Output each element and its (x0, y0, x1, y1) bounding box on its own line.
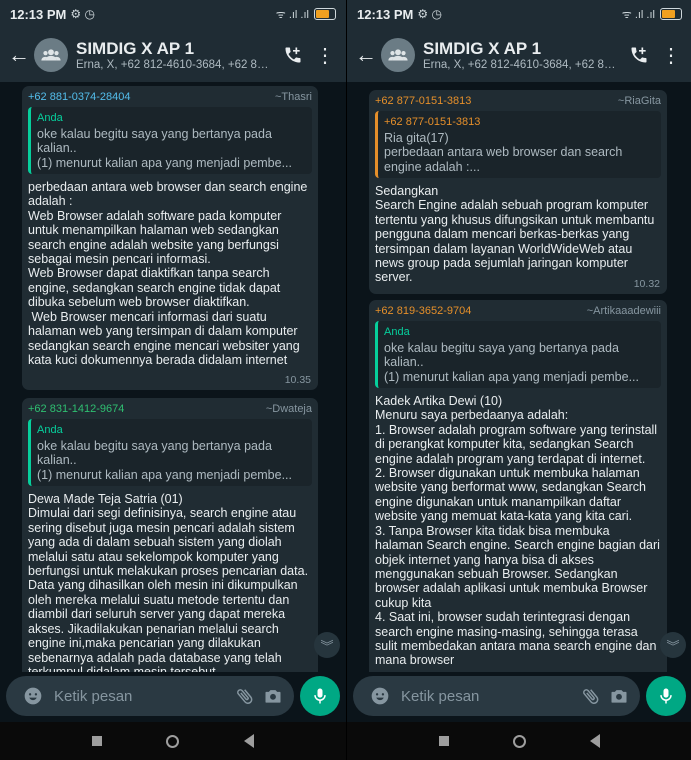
message-text: Sedangkan Search Engine adalah sebuah pr… (375, 184, 655, 285)
double-chevron-down-icon: ︾ (666, 638, 680, 654)
group-icon (388, 49, 408, 61)
message-composer[interactable]: Ketik pesan (353, 676, 640, 716)
status-icons: ⚙ ◷ (70, 7, 95, 21)
sender-alias: ~Dwateja (265, 403, 312, 415)
chat-panel-right: 12:13 PM ⚙ ◷ ᯤ .ıl .ıl ← SIMDIG X AP 1 E… (346, 0, 691, 760)
quote-author: Anda (384, 326, 410, 339)
quote-text: oke kalau begitu saya yang bertanya pada… (384, 340, 640, 384)
quote-author: Anda (37, 112, 63, 125)
sender-number[interactable]: +62 881-0374-28404 (28, 90, 130, 104)
sender-number[interactable]: +62 877-0151-3813 (375, 94, 471, 108)
sender-alias: ~Artikaaadewiii (586, 305, 661, 317)
sender-number[interactable]: +62 831-1412-9674 (28, 402, 124, 416)
add-call-icon[interactable] (280, 42, 306, 68)
chat-titles[interactable]: SIMDIG X AP 1 Erna, X, +62 812-4610-3684… (423, 39, 620, 71)
mic-icon (314, 688, 326, 704)
quoted-message[interactable]: Anda oke kalau begitu saya yang bertanya… (28, 107, 312, 175)
camera-icon[interactable] (608, 685, 630, 707)
sender-alias: ~RiaGita (617, 95, 661, 107)
chat-header: ← SIMDIG X AP 1 Erna, X, +62 812-4610-36… (347, 28, 691, 82)
attach-icon[interactable] (234, 685, 256, 707)
back-arrow-icon[interactable]: ← (8, 42, 30, 68)
back-icon[interactable] (590, 734, 600, 748)
message-bubble[interactable]: +62 819-3652-9704 ~Artikaaadewiii Anda ok… (369, 300, 667, 672)
home-icon[interactable] (513, 734, 526, 748)
scroll-down-button[interactable]: ︾ (660, 632, 686, 658)
system-nav-bar (0, 722, 346, 760)
quote-author: +62 877-0151-3813 (384, 116, 481, 129)
battery-icon (314, 8, 336, 20)
system-nav-bar (347, 722, 691, 760)
recents-icon[interactable] (439, 736, 449, 746)
back-arrow-icon[interactable]: ← (355, 42, 377, 68)
attach-icon[interactable] (580, 685, 602, 707)
status-bar: 12:13 PM ⚙ ◷ ᯤ .ıl .ıl (0, 0, 346, 28)
group-icon (41, 49, 61, 61)
message-text: perbedaan antara web browser dan search … (28, 180, 308, 367)
quote-text: Ria gita(17) perbedaan antara web browse… (384, 130, 623, 174)
message-list[interactable]: +62 881-0374-28404 ~Thasri Anda oke kalau… (0, 82, 346, 672)
home-icon[interactable] (166, 734, 180, 748)
sender-number[interactable]: +62 819-3652-9704 (375, 304, 471, 318)
message-input[interactable]: Ketik pesan (54, 688, 228, 705)
message-time: 10.32 (633, 277, 660, 290)
emoji-icon[interactable] (22, 685, 44, 707)
group-avatar[interactable] (34, 38, 68, 72)
message-bubble[interactable]: +62 881-0374-28404 ~Thasri Anda oke kalau… (22, 86, 318, 390)
double-chevron-down-icon: ︾ (320, 638, 334, 654)
recents-icon[interactable] (92, 736, 103, 746)
group-members: Erna, X, +62 812-4610-3684, +62 815-2... (76, 59, 274, 71)
group-avatar[interactable] (381, 38, 415, 72)
message-text: Dewa Made Teja Satria (01) Dimulai dari … (28, 492, 309, 672)
group-members: Erna, X, +62 812-4610-3684, +62 815-2... (423, 59, 620, 71)
status-bar: 12:13 PM ⚙ ◷ ᯤ .ıl .ıl (347, 0, 691, 28)
mic-icon (660, 688, 672, 704)
status-time: 12:13 PM (10, 6, 67, 22)
chat-titles[interactable]: SIMDIG X AP 1 Erna, X, +62 812-4610-3684… (76, 39, 274, 71)
quote-author: Anda (37, 424, 63, 437)
back-icon[interactable] (243, 734, 254, 748)
more-options-icon[interactable]: ⋮ (312, 42, 338, 68)
signal-icon: ᯤ .ıl .ıl (275, 8, 309, 21)
message-input[interactable]: Ketik pesan (401, 688, 574, 705)
quoted-message[interactable]: +62 877-0151-3813 Ria gita(17) perbedaan… (375, 111, 661, 179)
quoted-message[interactable]: Anda oke kalau begitu saya yang bertanya… (375, 321, 661, 389)
group-name: SIMDIG X AP 1 (76, 39, 195, 58)
status-time: 12:13 PM (357, 6, 414, 22)
emoji-icon[interactable] (369, 685, 391, 707)
chat-header: ← SIMDIG X AP 1 Erna, X, +62 812-4610-36… (0, 28, 346, 82)
message-time: 10.35 (284, 373, 311, 386)
more-options-icon[interactable]: ⋮ (658, 42, 684, 68)
battery-icon (660, 8, 682, 20)
signal-icon: ᯤ .ıl .ıl (621, 8, 655, 21)
status-icons: ⚙ ◷ (417, 7, 442, 21)
message-composer[interactable]: Ketik pesan (6, 676, 294, 716)
sender-alias: ~Thasri (275, 91, 312, 103)
add-call-icon[interactable] (626, 42, 652, 68)
message-list[interactable]: +62 877-0151-3813 ~RiaGita +62 877-0151-3… (347, 82, 691, 672)
mic-button[interactable] (646, 676, 686, 716)
quoted-message[interactable]: Anda oke kalau begitu saya yang bertanya… (28, 419, 312, 487)
quote-text: oke kalau begitu saya yang bertanya pada… (37, 126, 293, 170)
camera-icon[interactable] (262, 685, 284, 707)
message-bubble[interactable]: +62 877-0151-3813 ~RiaGita +62 877-0151-3… (369, 90, 667, 294)
scroll-down-button[interactable]: ︾ (314, 632, 340, 658)
message-text: Kadek Artika Dewi (10) Menuru saya perbe… (375, 394, 660, 668)
message-bubble[interactable]: +62 831-1412-9674 ~Dwateja Anda oke kalau… (22, 398, 318, 672)
mic-button[interactable] (300, 676, 340, 716)
chat-panel-left: 12:13 PM ⚙ ◷ ᯤ .ıl .ıl ← SIMDIG X AP 1 E… (0, 0, 346, 760)
quote-text: oke kalau begitu saya yang bertanya pada… (37, 438, 293, 482)
group-name: SIMDIG X AP 1 (423, 39, 542, 58)
